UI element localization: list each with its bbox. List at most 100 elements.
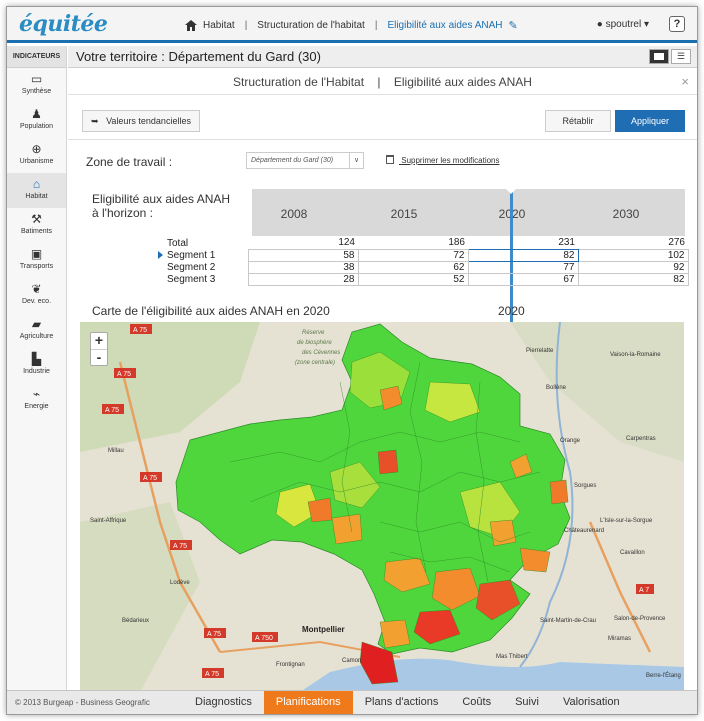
year-2015[interactable]: 2015 — [374, 207, 434, 221]
cell-value[interactable]: 28 — [247, 272, 359, 286]
sidebar-item-label: Industrie — [23, 368, 50, 375]
choropleth-map[interactable]: Réserve de biosphère des Cévennes (zone … — [80, 322, 684, 692]
tab-planifications[interactable]: Planifications — [263, 691, 353, 714]
nav-habitat[interactable]: Habitat — [203, 20, 235, 31]
map-label: Miramas — [608, 636, 631, 642]
sidebar-header: INDICATEURS — [7, 46, 66, 68]
zoom-out-button[interactable]: - — [91, 349, 107, 365]
cell-value-selected[interactable]: 82 — [467, 248, 579, 262]
breadcrumb: Habitat | Structuration de l'habitat | E… — [185, 19, 518, 32]
user-menu[interactable]: ● spoutrel ▾ — [597, 19, 649, 30]
territory-bar: Votre territoire : Département du Gard (… — [68, 46, 697, 68]
row-name: Segment 1 — [167, 249, 216, 261]
trend-values-label: Valeurs tendancielles — [106, 116, 191, 126]
road-label: A 75 — [143, 475, 157, 482]
sidebar-item-energie[interactable]: ⌁ Energie — [7, 383, 66, 418]
tractor-icon: ▰ — [31, 317, 42, 331]
back-arrow-icon: ➥ — [91, 116, 99, 126]
cell-value[interactable]: 67 — [467, 272, 579, 286]
road-label: A 75 — [133, 327, 147, 334]
map-canvas[interactable]: Réserve de biosphère des Cévennes (zone … — [80, 322, 684, 692]
delete-modifications-link[interactable]: Supprimer les modifications — [386, 155, 500, 165]
app-logo[interactable]: équitée — [19, 11, 108, 37]
map-label: Sorgues — [574, 483, 596, 489]
single-view-button[interactable] — [649, 49, 669, 64]
table-row[interactable]: Segment 3 28 52 67 82 — [164, 272, 689, 286]
nav-structuration[interactable]: Structuration de l'habitat — [257, 20, 365, 31]
tab-diagnostics[interactable]: Diagnostics — [183, 691, 264, 714]
nav-eligibilite[interactable]: Eligibilité aux aides ANAH — [387, 20, 502, 31]
sidebar-item-dev-eco[interactable]: ❦ Dev. eco. — [7, 278, 66, 313]
tab-suivi[interactable]: Suivi — [503, 691, 551, 714]
panel-title-separator: | — [377, 75, 381, 89]
map-label: Carpentras — [626, 436, 656, 442]
sidebar-item-agriculture[interactable]: ▰ Agriculture — [7, 313, 66, 348]
map-label: de biosphère — [297, 340, 332, 346]
toolbar: ➥ Valeurs tendancielles Rétablir Appliqu… — [68, 96, 697, 140]
batiments-icon: ⚒ — [31, 212, 42, 226]
map-label: Vaison-la-Romaine — [610, 352, 661, 358]
road-label: A 75 — [173, 543, 187, 550]
cell-value[interactable]: 92 — [577, 260, 689, 274]
map-title: Carte de l'éligibilité aux aides ANAH en… — [92, 304, 330, 318]
sidebar-item-transports[interactable]: ▣ Transports — [7, 243, 66, 278]
cell-value: 276 — [668, 237, 685, 249]
cell-value[interactable]: 72 — [357, 248, 469, 262]
year-2030[interactable]: 2030 — [596, 207, 656, 221]
map-label: Saint-Affrique — [90, 518, 127, 524]
tab-valorisation[interactable]: Valorisation — [551, 691, 632, 714]
sidebar-item-label: Energie — [24, 403, 49, 410]
sidebar-item-label: Synthèse — [21, 88, 52, 95]
pencil-icon[interactable]: ✎ — [509, 19, 518, 32]
panel-title-left: Structuration de l'Habitat — [233, 75, 365, 89]
cell-value[interactable]: 77 — [467, 260, 579, 274]
close-icon[interactable]: × — [681, 69, 689, 95]
cell-value: 124 — [338, 237, 355, 249]
list-view-button[interactable]: ☰ — [671, 49, 691, 64]
sidebar-item-synthese[interactable]: ▭ Synthèse — [7, 68, 66, 103]
sidebar-item-urbanisme[interactable]: ⊕ Urbanisme — [7, 138, 66, 173]
cell-value[interactable]: 82 — [577, 272, 689, 286]
tab-couts[interactable]: Coûts — [450, 691, 503, 714]
apply-button[interactable]: Appliquer — [615, 110, 685, 132]
map-label: des Cévennes — [302, 350, 340, 356]
sidebar-item-batiments[interactable]: ⚒ Batiments — [7, 208, 66, 243]
table-row[interactable]: Segment 2 38 62 77 92 — [164, 260, 689, 274]
cell-value[interactable]: 62 — [357, 260, 469, 274]
home-icon — [185, 20, 197, 31]
zoom-in-button[interactable]: + — [91, 333, 107, 349]
list-icon: ☰ — [676, 51, 686, 61]
map-year: 2020 — [498, 304, 525, 318]
sidebar-item-population[interactable]: ♟ Population — [7, 103, 66, 138]
home-icon: ⌂ — [32, 177, 41, 191]
road-label: A 75 — [207, 631, 221, 638]
table-row[interactable]: Segment 1 58 72 82 102 — [164, 248, 689, 262]
eligibility-label: Eligibilité aux aides ANAH à l'horizon : — [92, 192, 230, 220]
synthese-icon: ▭ — [30, 72, 43, 86]
cell-value: 231 — [558, 237, 575, 249]
year-timeline[interactable]: 2008 2015 2020 2030 — [252, 189, 685, 236]
sidebar-item-industrie[interactable]: ▙ Industrie — [7, 348, 66, 383]
reset-button[interactable]: Rétablir — [545, 110, 611, 132]
view-toggle: ☰ — [649, 49, 691, 64]
year-2008[interactable]: 2008 — [264, 207, 324, 221]
zone-select[interactable]: Département du Gard (30) ∨ — [246, 152, 364, 169]
cell-value[interactable]: 102 — [577, 248, 689, 262]
road-label: A 75 — [205, 671, 219, 678]
indicators-sidebar: INDICATEURS ▭ Synthèse ♟ Population ⊕ Ur… — [7, 46, 67, 690]
main-content: Votre territoire : Département du Gard (… — [68, 46, 697, 692]
urbanisme-icon: ⊕ — [31, 142, 42, 156]
tab-plans-actions[interactable]: Plans d'actions — [353, 691, 451, 714]
cell-value[interactable]: 58 — [247, 248, 359, 262]
trash-icon — [386, 155, 394, 164]
map-label: Millau — [108, 448, 124, 454]
trend-values-button[interactable]: ➥ Valeurs tendancielles — [82, 110, 200, 132]
help-button[interactable]: ? — [669, 16, 685, 32]
cell-value[interactable]: 38 — [247, 260, 359, 274]
nav-separator: | — [244, 20, 248, 31]
map-label: Saint-Martin-de-Crau — [540, 618, 596, 624]
sidebar-item-habitat[interactable]: ⌂ Habitat — [7, 173, 66, 208]
cell-value[interactable]: 52 — [357, 272, 469, 286]
segments-table: Total 124 186 231 276 Segment 1 58 72 82… — [164, 237, 689, 286]
bottom-bar: © 2013 Burgeap - Business Geografic Diag… — [7, 690, 697, 714]
